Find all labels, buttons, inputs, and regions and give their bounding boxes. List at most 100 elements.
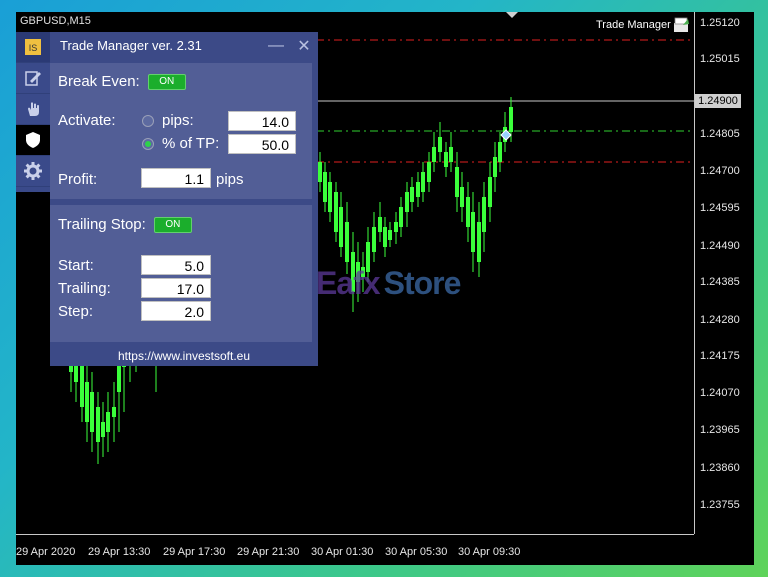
- svg-text:IS: IS: [29, 43, 38, 53]
- time-axis-label: 30 Apr 01:30: [311, 546, 374, 558]
- candle-body: [328, 182, 332, 212]
- indicator-label: Trade Manager: [596, 19, 671, 31]
- time-axis-label: 29 Apr 21:30: [237, 546, 300, 558]
- profit-input[interactable]: 1.1: [141, 168, 211, 188]
- minimize-button[interactable]: —: [262, 37, 290, 55]
- logo-icon: IS: [25, 39, 41, 55]
- option-pips[interactable]: pips:: [142, 112, 194, 129]
- price-axis-label: 1.24805: [700, 128, 740, 140]
- activate-label: Activate:: [58, 112, 116, 129]
- chart-shift-marker[interactable]: [506, 12, 518, 18]
- candle-body: [106, 412, 110, 432]
- break-even-toggle[interactable]: ON: [147, 73, 186, 90]
- candle-body: [334, 192, 338, 232]
- trade-manager-panel: Trade Manager ver. 2.31 — ✕ Break Even: …: [50, 32, 318, 366]
- candle-body: [96, 407, 100, 442]
- pips-radio[interactable]: [142, 114, 154, 127]
- sidebar-item-settings[interactable]: [16, 156, 50, 187]
- candle-body: [460, 187, 464, 207]
- break-even-label: Break Even:: [58, 73, 140, 90]
- trailing-stop-toggle[interactable]: ON: [153, 216, 192, 233]
- candle-body: [112, 407, 116, 417]
- pips-input[interactable]: 14.0: [228, 111, 296, 131]
- price-axis-label: 1.24490: [700, 240, 740, 252]
- candle-body: [80, 362, 84, 407]
- profit-label: Profit:: [58, 171, 98, 188]
- panel-header[interactable]: Trade Manager ver. 2.31 — ✕: [50, 32, 318, 59]
- hand-icon: [28, 102, 39, 116]
- candle-body: [466, 197, 470, 227]
- candle-body: [378, 217, 382, 232]
- sidebar-item-shield[interactable]: [16, 125, 50, 156]
- candle-body: [416, 182, 420, 197]
- candle-body: [488, 177, 492, 207]
- candle-body: [90, 392, 94, 432]
- candle-body: [438, 137, 442, 152]
- tp-radio[interactable]: [142, 137, 154, 150]
- price-axis: [694, 12, 695, 534]
- candle-body: [394, 222, 398, 232]
- close-button[interactable]: ✕: [290, 36, 318, 56]
- trailing-label: Trailing:: [58, 280, 111, 297]
- tp-option-label: % of TP:: [162, 135, 220, 152]
- price-axis-label: 1.24700: [700, 165, 740, 177]
- watermark-text-2: Store: [383, 264, 462, 301]
- time-axis-label: 29 Apr 2020: [16, 546, 76, 558]
- candle-body: [509, 107, 513, 132]
- gear-icon: [24, 162, 42, 180]
- sidebar-item-hand[interactable]: [16, 94, 50, 125]
- symbol-label: GBPUSD,M15: [20, 15, 91, 27]
- sidebar-item-edit[interactable]: [16, 63, 50, 94]
- trailing-stop-label: Trailing Stop:: [58, 216, 146, 233]
- candle-body: [427, 162, 431, 182]
- candle-body: [493, 157, 497, 177]
- start-label: Start:: [58, 257, 94, 274]
- time-axis: [16, 534, 694, 535]
- current-price-label: 1.24900: [695, 94, 741, 108]
- candle-body: [85, 382, 89, 422]
- pips-option-label: pips:: [162, 112, 194, 129]
- trailing-input[interactable]: 17.0: [141, 278, 211, 298]
- price-axis-label: 1.24070: [700, 387, 740, 399]
- candle-body: [101, 422, 105, 437]
- candle-body: [498, 142, 502, 162]
- sidebar-item-logo[interactable]: IS: [16, 32, 50, 63]
- chart-window[interactable]: GBPUSD,M15 Trade Manager 1.25120 1.25015 1…: [16, 12, 754, 565]
- time-axis-label: 29 Apr 17:30: [163, 546, 226, 558]
- edit-icon: [25, 71, 41, 86]
- candle-body: [339, 207, 343, 247]
- option-tp[interactable]: % of TP:: [142, 135, 219, 152]
- price-axis-label: 1.24385: [700, 276, 740, 288]
- panel-title: Trade Manager ver. 2.31: [60, 38, 202, 53]
- price-axis-label: 1.23965: [700, 424, 740, 436]
- candle-body: [345, 222, 349, 262]
- candle-body: [482, 197, 486, 232]
- price-axis-label: 1.23755: [700, 499, 740, 511]
- profit-unit: pips: [216, 171, 244, 188]
- watermark-text-1: Eafx: [316, 264, 381, 301]
- tp-percent-input[interactable]: 50.0: [228, 134, 296, 154]
- candle-body: [372, 227, 376, 252]
- price-axis-label: 1.24595: [700, 202, 740, 214]
- price-axis-label: 1.24175: [700, 350, 740, 362]
- candle-body: [399, 207, 403, 227]
- candle-body: [117, 362, 121, 392]
- website-link[interactable]: https://www.investsoft.eu: [50, 346, 318, 366]
- candle-body: [421, 172, 425, 192]
- break-even-section: Break Even: ON Activate: pips: 14.0 % of…: [50, 63, 312, 199]
- candle-body: [444, 152, 448, 167]
- panel-sidebar: IS: [16, 32, 50, 192]
- time-axis-label: 30 Apr 09:30: [458, 546, 521, 558]
- time-axis-label: 29 Apr 13:30: [88, 546, 151, 558]
- candle-body: [323, 172, 327, 202]
- candle-body: [388, 230, 392, 240]
- candle-body: [432, 147, 436, 162]
- candle-body: [455, 167, 459, 197]
- trailing-stop-section: Trailing Stop: ON Start: 5.0 Trailing: 1…: [50, 205, 312, 342]
- time-axis-label: 30 Apr 05:30: [385, 546, 448, 558]
- start-input[interactable]: 5.0: [141, 255, 211, 275]
- price-axis-label: 1.24280: [700, 314, 740, 326]
- candle-body: [410, 187, 414, 202]
- price-axis-label: 1.25120: [700, 17, 740, 29]
- step-input[interactable]: 2.0: [141, 301, 211, 321]
